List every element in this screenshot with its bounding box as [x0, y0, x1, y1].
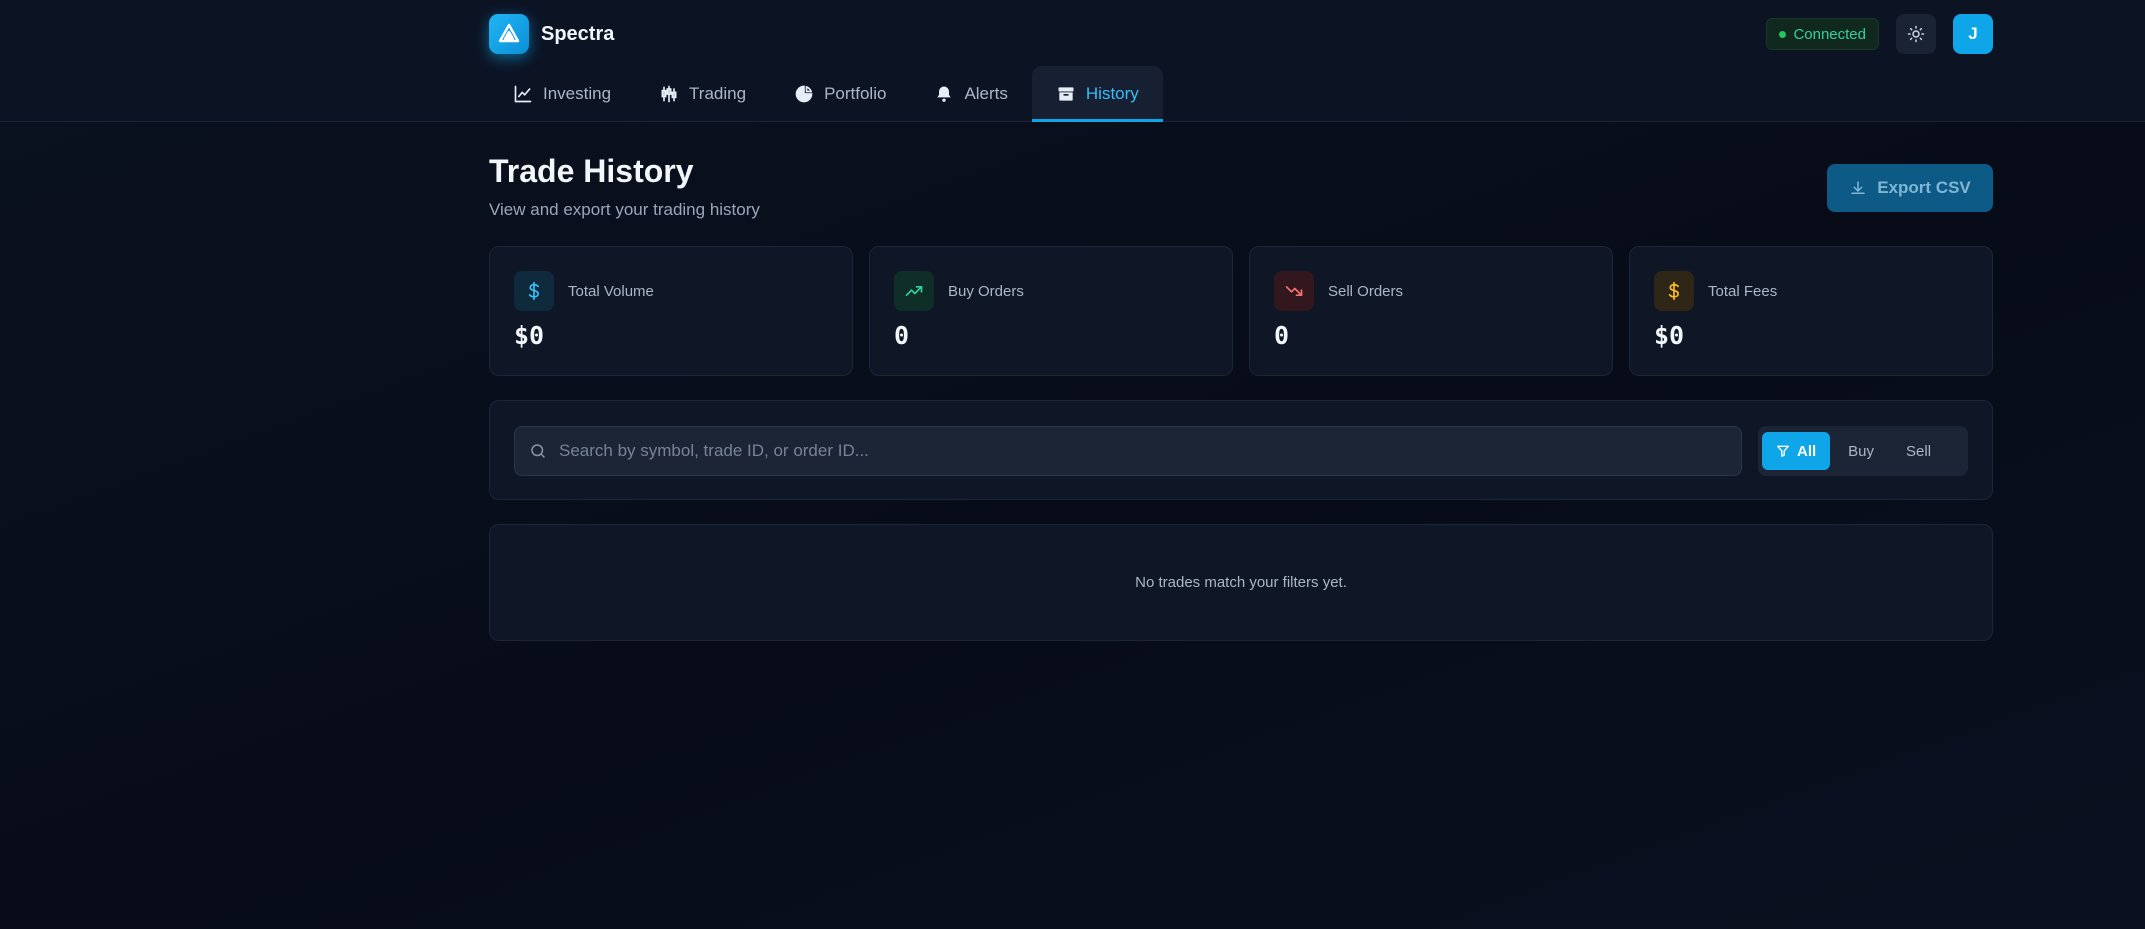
tab-investing[interactable]: Investing [489, 66, 635, 122]
top-right-controls: Connected J [1766, 14, 1993, 54]
filter-bar: All Buy Sell [489, 400, 1993, 500]
filter-buy-button[interactable]: Buy [1834, 432, 1888, 470]
search-box[interactable] [514, 426, 1742, 476]
export-csv-button[interactable]: Export CSV [1827, 164, 1993, 212]
download-icon [1851, 181, 1865, 194]
brand[interactable]: Spectra [489, 14, 614, 54]
trending-up-icon [894, 271, 934, 311]
spectra-logo-icon [489, 14, 529, 54]
archive-icon [1058, 87, 1074, 101]
search-icon [531, 444, 545, 458]
stat-card-total-fees: Total Fees $0 [1629, 246, 1993, 376]
page-subtitle: View and export your trading history [489, 200, 760, 219]
tab-trading-label: Trading [689, 84, 747, 103]
filter-icon [1777, 445, 1789, 457]
app-name: Spectra [541, 22, 615, 45]
trending-down-icon [1274, 271, 1314, 311]
stat-label: Sell Orders [1328, 282, 1404, 300]
user-avatar[interactable]: J [1953, 14, 1993, 54]
stats-cards: Total Volume $0 Buy Orders 0 Sell Orders… [489, 246, 1993, 376]
filter-buy-label: Buy [1848, 442, 1875, 460]
stat-label: Total Volume [568, 282, 654, 300]
line-chart-icon [514, 85, 532, 103]
theme-toggle-button[interactable] [1896, 14, 1936, 54]
tab-alerts-label: Alerts [964, 84, 1008, 103]
filter-all-button[interactable]: All [1762, 432, 1831, 470]
sun-icon [1907, 25, 1925, 43]
stat-card-total-volume: Total Volume $0 [489, 246, 853, 376]
stat-card-sell-orders: Sell Orders 0 [1249, 246, 1613, 376]
candlestick-icon [661, 85, 677, 103]
side-filter-group: All Buy Sell [1758, 426, 1968, 476]
stat-value: 0 [1274, 321, 1290, 350]
stat-value: $0 [514, 321, 545, 350]
stat-label: Total Fees [1708, 282, 1778, 300]
search-input[interactable] [559, 441, 1741, 461]
pie-chart-icon [795, 85, 813, 103]
trades-empty-state: No trades match your filters yet. [489, 524, 1993, 641]
connection-status-label: Connected [1793, 25, 1866, 43]
tab-history-label: History [1085, 84, 1139, 103]
page-title: Trade History [489, 153, 694, 189]
dollar-icon [514, 271, 554, 311]
tab-portfolio[interactable]: Portfolio [770, 66, 910, 122]
stat-card-buy-orders: Buy Orders 0 [869, 246, 1233, 376]
stat-value: 0 [894, 321, 910, 350]
tab-history[interactable]: History [1031, 66, 1163, 122]
stat-label: Buy Orders [948, 282, 1024, 300]
filter-all-label: All [1797, 442, 1817, 460]
filter-sell-button[interactable]: Sell [1892, 432, 1945, 470]
tab-alerts[interactable]: Alerts [910, 66, 1031, 122]
filter-sell-label: Sell [1906, 442, 1932, 460]
dollar-icon [1654, 271, 1694, 311]
empty-message: No trades match your filters yet. [1135, 574, 1347, 591]
bell-icon [937, 86, 952, 102]
main-nav: Investing Trading Portfolio Alerts Histo… [489, 66, 1163, 122]
tab-investing-label: Investing [543, 84, 612, 103]
tab-portfolio-label: Portfolio [824, 84, 887, 103]
connection-status-badge: Connected [1766, 18, 1879, 50]
status-dot-icon [1779, 30, 1787, 38]
stat-value: $0 [1654, 321, 1685, 350]
export-csv-label: Export CSV [1877, 178, 1971, 197]
tab-trading[interactable]: Trading [635, 66, 770, 122]
